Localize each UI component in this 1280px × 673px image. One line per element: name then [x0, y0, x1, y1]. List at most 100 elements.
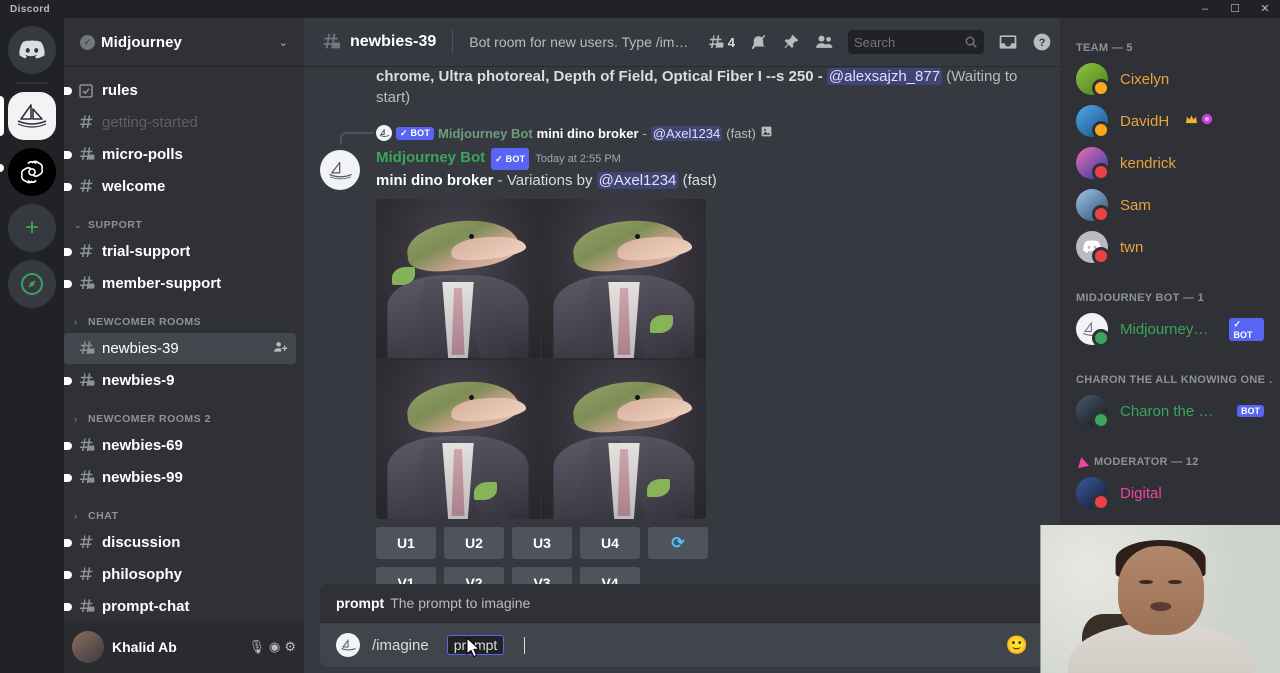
variation-button-v3[interactable]: V3: [512, 567, 572, 584]
generated-image-1[interactable]: [376, 199, 540, 358]
bot-badge: ✓ BOT: [1229, 318, 1264, 341]
variation-button-v4[interactable]: V4: [580, 567, 640, 584]
message-list[interactable]: chrome, Ultra photoreal, Depth of Field,…: [304, 66, 1060, 584]
upscale-button-u3[interactable]: U3: [512, 527, 572, 559]
message-composer[interactable]: /imagine prompt 🙂: [320, 623, 1044, 667]
avatar: [336, 633, 360, 657]
variation-button-v1[interactable]: V1: [376, 567, 436, 584]
mic-icon[interactable]: 🎙: [248, 639, 265, 655]
channel-category-newcomer-rooms[interactable]: ›NEWCOMER ROOMS: [64, 300, 304, 332]
guild-header[interactable]: ✓ Midjourney ⌄: [64, 18, 304, 66]
user-panel[interactable]: Khalid Ab 🎙 ◉ ⚙: [64, 621, 304, 673]
member-list-item[interactable]: Midjourney Bot✓ BOT: [1068, 308, 1272, 350]
hash-icon: [76, 113, 96, 133]
window-controls: – ☐ ✕: [1190, 0, 1280, 18]
variation-button-v2[interactable]: V2: [444, 567, 504, 584]
generated-image-2[interactable]: [542, 199, 706, 358]
server-icon-openai[interactable]: [8, 148, 56, 196]
message-mention[interactable]: @Axel1234: [597, 172, 679, 189]
settings-icon[interactable]: ⚙: [284, 639, 296, 655]
sidebar-item-micro-polls[interactable]: micro-polls: [64, 139, 296, 170]
unread-indicator: [64, 603, 72, 611]
message-partial-top: chrome, Ultra photoreal, Depth of Field,…: [304, 66, 1060, 108]
sidebar-item-newbies-69[interactable]: newbies-69: [64, 430, 296, 461]
generated-image-grid[interactable]: [376, 199, 706, 519]
sidebar-item-getting-started[interactable]: getting-started: [64, 107, 296, 138]
generated-image-4[interactable]: [542, 360, 706, 519]
mention-alexsajzh[interactable]: @alexsajzh_877: [827, 68, 942, 85]
notification-muted-icon[interactable]: [749, 33, 768, 52]
channel-list[interactable]: rules getting-started micro-pollswelcome⌄S…: [64, 66, 304, 621]
sidebar-item-member-support[interactable]: member-support: [64, 268, 296, 299]
member-list-icon[interactable]: [814, 32, 834, 52]
sidebar-item-prompt-chat[interactable]: prompt-chat: [64, 591, 296, 621]
hash-thread-icon: [76, 436, 96, 456]
minimize-button[interactable]: –: [1190, 0, 1220, 18]
upscale-button-u1[interactable]: U1: [376, 527, 436, 559]
search-input[interactable]: [854, 35, 964, 50]
member-category-label: CHARON THE ALL KNOWING ONE …: [1076, 374, 1272, 386]
server-icon-direct-messages[interactable]: [8, 26, 56, 74]
server-icon-midjourney[interactable]: [8, 92, 56, 140]
sidebar-item-welcome[interactable]: welcome: [64, 171, 296, 202]
sidebar-item-rules[interactable]: rules: [64, 75, 296, 106]
upscale-button-u4[interactable]: U4: [580, 527, 640, 559]
command-option-chip[interactable]: prompt: [447, 635, 505, 655]
status-badge: [1092, 329, 1110, 347]
create-invite-icon[interactable]: [272, 339, 288, 358]
generated-image-3[interactable]: [376, 360, 540, 519]
headphones-icon[interactable]: ◉: [269, 639, 280, 655]
message-author[interactable]: Midjourney Bot: [376, 148, 485, 168]
bot-badge: BOT: [1237, 405, 1264, 417]
reply-author[interactable]: Midjourney Bot: [438, 126, 533, 141]
channel-label: getting-started: [102, 114, 198, 131]
reroll-button[interactable]: ⟳: [648, 527, 708, 559]
member-category-label: MIDJOURNEY BOT — 1: [1076, 292, 1204, 304]
message-speed: (fast): [678, 172, 716, 189]
member-list-item[interactable]: Charon the FAQ …BOT: [1068, 390, 1272, 432]
maximize-button[interactable]: ☐: [1220, 0, 1250, 18]
pinned-messages-icon[interactable]: [782, 33, 800, 51]
user-panel-icons: 🎙 ◉ ⚙: [248, 639, 296, 655]
sidebar-item-newbies-39[interactable]: newbies-39: [64, 333, 296, 364]
chevron-icon: ⌄: [74, 220, 84, 231]
midjourney-sailboat-icon: [15, 103, 49, 129]
help-icon[interactable]: ?: [1032, 32, 1052, 52]
channel-category-support[interactable]: ⌄SUPPORT: [64, 203, 304, 235]
channel-category-newcomer-rooms-2[interactable]: ›NEWCOMER ROOMS 2: [64, 397, 304, 429]
channel-topic[interactable]: Bot room for new users. Type /imagine th…: [469, 34, 690, 50]
avatar[interactable]: [320, 150, 360, 190]
member-category-header: MIDJOURNEY BOT — 1: [1068, 268, 1272, 308]
threads-icon[interactable]: 4: [706, 33, 735, 52]
avatar: [1076, 63, 1108, 95]
member-list-item[interactable]: DavidH: [1068, 100, 1272, 142]
chevron-icon: ›: [74, 511, 84, 521]
sidebar-item-philosophy[interactable]: philosophy: [64, 559, 296, 590]
channel-category-chat[interactable]: ›CHAT: [64, 494, 304, 526]
reply-mention[interactable]: @Axel1234: [651, 126, 722, 141]
reply-speed: (fast): [726, 126, 756, 141]
member-list-item[interactable]: Cixelyn: [1068, 58, 1272, 100]
explore-servers-button[interactable]: [8, 260, 56, 308]
member-list-item[interactable]: Digital: [1068, 472, 1272, 514]
channel-label: member-support: [102, 275, 221, 292]
unread-indicator: [64, 377, 72, 385]
add-server-button[interactable]: +: [8, 204, 56, 252]
member-list-item[interactable]: twn: [1068, 226, 1272, 268]
hash-thread-icon: [76, 145, 96, 165]
sidebar-item-trial-support[interactable]: trial-support: [64, 236, 296, 267]
sidebar-item-discussion[interactable]: discussion: [64, 527, 296, 558]
upscale-button-u2[interactable]: U2: [444, 527, 504, 559]
close-button[interactable]: ✕: [1250, 0, 1280, 18]
hash-thread-icon: [76, 597, 96, 617]
search-box[interactable]: [848, 30, 984, 54]
member-list-item[interactable]: kendrick: [1068, 142, 1272, 184]
avatar: [72, 631, 104, 663]
discord-home-icon: [19, 40, 45, 60]
channel-label: newbies-99: [102, 469, 183, 486]
emoji-icon[interactable]: 🙂: [1006, 635, 1028, 656]
sidebar-item-newbies-9[interactable]: newbies-9: [64, 365, 296, 396]
sidebar-item-newbies-99[interactable]: newbies-99: [64, 462, 296, 493]
member-list-item[interactable]: Sam: [1068, 184, 1272, 226]
inbox-icon[interactable]: [998, 32, 1018, 52]
